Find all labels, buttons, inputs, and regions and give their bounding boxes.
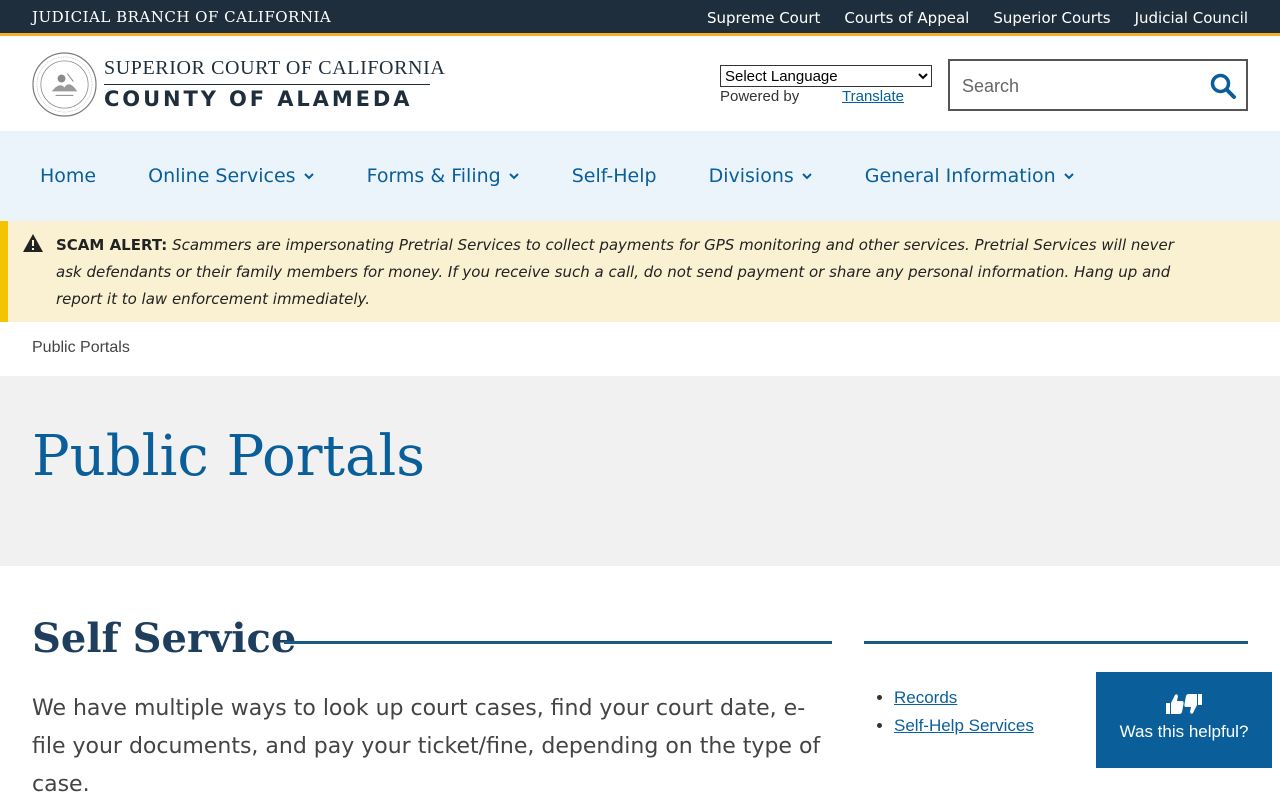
judicial-branch-label: JUDICIAL BRANCH OF CALIFORNIA	[32, 8, 332, 26]
section-title: Self Service	[32, 615, 297, 662]
scam-alert-banner: SCAM ALERT: Scammers are impersonating P…	[0, 221, 1280, 322]
section-divider	[284, 641, 832, 644]
link-judicial-council[interactable]: Judicial Council	[1135, 9, 1248, 27]
link-records[interactable]: Records	[894, 688, 957, 707]
breadcrumb: Public Portals	[32, 339, 130, 356]
top-utility-bar: JUDICIAL BRANCH OF CALIFORNIA Supreme Co…	[0, 0, 1280, 36]
search-input[interactable]	[962, 73, 1192, 99]
thumbs-up-down-icon	[1166, 694, 1202, 714]
chevron-down-icon	[303, 173, 314, 180]
nav-item-label: Forms & Filing	[366, 165, 501, 187]
link-courts-of-appeal[interactable]: Courts of Appeal	[844, 9, 969, 27]
sidebar-divider	[864, 641, 1248, 644]
search-icon	[1210, 73, 1236, 99]
chevron-down-icon	[509, 173, 519, 180]
court-name-divider	[104, 84, 430, 85]
nav-item-label: Home	[40, 165, 97, 187]
court-seal-icon[interactable]	[32, 52, 97, 117]
page-title: Public Portals	[32, 424, 426, 489]
powered-by-label: Powered by	[720, 88, 800, 105]
feedback-label: Was this helpful?	[1119, 722, 1249, 741]
nav-item-label: Divisions	[708, 165, 794, 187]
sidebar-links: Records Self-Help Services	[894, 688, 1034, 744]
nav-item-divisions[interactable]: Divisions	[709, 165, 813, 187]
link-self-help-services[interactable]: Self-Help Services	[894, 716, 1034, 735]
nav-item-home[interactable]: Home	[40, 165, 96, 187]
intro-paragraph: We have multiple ways to look up court c…	[32, 696, 821, 797]
nav-item-self-help[interactable]: Self-Help	[572, 165, 657, 187]
nav-item-forms-filing[interactable]: Forms & Filing	[367, 165, 520, 187]
court-name-line2: COUNTY OF ALAMEDA	[104, 87, 413, 111]
search-box	[948, 59, 1248, 111]
search-button[interactable]	[1208, 71, 1238, 101]
nav-item-label: General Information	[864, 165, 1056, 187]
site-header: SUPERIOR COURT OF CALIFORNIA COUNTY OF A…	[0, 39, 1280, 131]
list-item: Self-Help Services	[894, 716, 1034, 736]
link-superior-courts[interactable]: Superior Courts	[993, 9, 1110, 27]
chevron-down-icon	[1063, 173, 1074, 180]
main-nav: Home Online Services Forms & Filing Self…	[0, 131, 1280, 221]
translate-link[interactable]: Translate	[842, 88, 904, 105]
language-select[interactable]: Select Language	[720, 65, 932, 87]
link-supreme-court[interactable]: Supreme Court	[707, 9, 820, 27]
nav-item-general-information[interactable]: General Information	[865, 165, 1075, 187]
warning-icon	[23, 234, 43, 252]
alert-label: SCAM ALERT:	[56, 236, 168, 254]
nav-item-label: Self-Help	[571, 165, 657, 187]
alert-text: SCAM ALERT: Scammers are impersonating P…	[56, 232, 1196, 313]
chevron-down-icon	[802, 173, 812, 180]
nav-item-online-services[interactable]: Online Services	[148, 165, 314, 187]
list-item: Records	[894, 688, 1034, 708]
court-name-line1: SUPERIOR COURT OF CALIFORNIA	[104, 57, 446, 79]
page-hero: Public Portals	[0, 376, 1280, 566]
top-links: Supreme Court Courts of Appeal Superior …	[707, 9, 1248, 27]
alert-message: Scammers are impersonating Pretrial Serv…	[56, 236, 1174, 308]
feedback-button[interactable]: Was this helpful?	[1096, 672, 1272, 768]
nav-item-label: Online Services	[148, 165, 296, 187]
